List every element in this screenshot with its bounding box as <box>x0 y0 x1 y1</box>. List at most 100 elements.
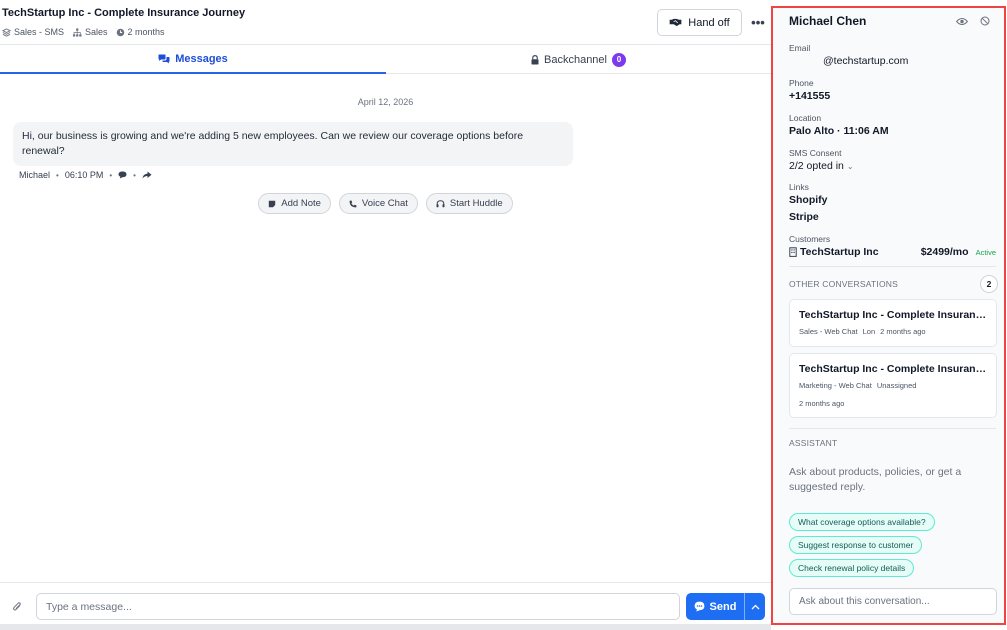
card-age: 2 months ago <box>880 327 926 336</box>
message-author: Michael <box>19 170 51 180</box>
card-age: 2 months ago <box>799 399 845 408</box>
sms-consent-label: SMS Consent <box>789 148 842 158</box>
more-options-button[interactable]: ••• <box>748 12 768 32</box>
assistant-title: ASSISTANT <box>789 438 838 448</box>
phone-label: Phone <box>789 78 814 88</box>
note-icon <box>268 200 276 208</box>
chevron-up-icon <box>751 604 760 610</box>
link-shopify[interactable]: Shopify <box>789 194 828 206</box>
card-meta: Sales - Web Chat Lon 2 months ago <box>799 327 987 336</box>
message-composer: Send <box>0 582 771 630</box>
tab-messages[interactable]: Messages <box>0 45 386 74</box>
channel-label: Sales - SMS <box>14 27 65 37</box>
conversation-title: TechStartup Inc - Complete Insurance Jou… <box>2 7 246 19</box>
status-badge: Active <box>975 247 996 257</box>
card-assignee: Unassigned <box>876 381 917 390</box>
chat-send-icon <box>694 601 705 612</box>
phone-icon <box>349 200 357 208</box>
chat-bubbles-icon <box>158 54 170 64</box>
team-label: Sales <box>85 27 108 37</box>
chevron-down-icon: ⌄ <box>846 162 854 171</box>
customer-row[interactable]: TechStartup Inc $2499/mo Active <box>789 246 996 258</box>
tab-backchannel-label: Backchannel <box>544 53 607 66</box>
tab-backchannel[interactable]: Backchannel 0 <box>386 45 771 74</box>
voice-chat-button[interactable]: Voice Chat <box>338 193 418 214</box>
building-icon <box>789 247 797 257</box>
hand-off-label: Hand off <box>688 16 730 29</box>
sms-consent-value: 2/2 opted in <box>789 160 844 172</box>
assistant-input[interactable] <box>789 588 997 615</box>
lock-icon <box>531 54 539 65</box>
send-label: Send <box>709 600 737 613</box>
card-assignee: Lon <box>862 327 876 336</box>
start-huddle-button[interactable]: Start Huddle <box>425 193 513 214</box>
age-label: 2 months <box>127 27 165 37</box>
location-label: Location <box>789 113 822 123</box>
email-label: Email <box>789 43 811 53</box>
other-conversations-count: 2 <box>980 275 998 293</box>
date-separator: April 12, 2026 <box>357 97 414 107</box>
comment-icon[interactable] <box>118 171 127 179</box>
other-conversations-title: OTHER CONVERSATIONS <box>789 279 898 289</box>
bottom-divider <box>0 624 771 630</box>
contact-sidebar: Michael Chen Email @techstartup.com Phon… <box>771 6 1006 625</box>
divider <box>789 428 996 429</box>
customers-label: Customers <box>789 234 831 244</box>
send-button[interactable]: Send <box>686 593 744 620</box>
conversation-card[interactable]: TechStartup Inc - Complete Insuranc... S… <box>789 299 997 347</box>
message-meta: Michael • 06:10 PM • • <box>19 170 152 180</box>
customer-name: TechStartup Inc <box>800 246 879 258</box>
phone-value[interactable]: +141555 <box>789 90 830 102</box>
eye-icon[interactable] <box>956 16 968 26</box>
divider <box>789 266 996 267</box>
message-input[interactable] <box>36 593 680 620</box>
suggestion-chip[interactable]: What coverage options available? <box>789 513 935 531</box>
message-time: 06:10 PM <box>64 170 104 180</box>
link-stripe[interactable]: Stripe <box>789 211 819 223</box>
message-actions: Add Note Voice Chat Start Huddle <box>0 193 771 214</box>
layers-icon <box>2 27 11 37</box>
voice-chat-label: Voice Chat <box>361 198 408 209</box>
customer-amount: $2499/mo <box>920 246 969 258</box>
reply-arrow-icon[interactable] <box>142 171 152 179</box>
add-note-label: Add Note <box>281 198 321 209</box>
suggestion-chip[interactable]: Check renewal policy details <box>789 559 915 577</box>
clock-icon <box>116 28 125 37</box>
separator-dot: • <box>56 170 59 180</box>
suggestion-chip[interactable]: Suggest response to customer <box>789 536 923 554</box>
card-meta: Marketing - Web Chat Unassigned <box>799 381 987 390</box>
contact-name: Michael Chen <box>789 14 867 28</box>
card-title: TechStartup Inc - Complete Insuranc... <box>799 363 987 375</box>
more-icon: ••• <box>751 14 765 30</box>
links-label: Links <box>789 182 809 192</box>
add-note-button[interactable]: Add Note <box>258 193 331 214</box>
app-root: TechStartup Inc - Complete Insurance Jou… <box>0 0 1007 630</box>
card-channel: Sales - Web Chat <box>799 327 858 336</box>
channel-meta: Sales - SMS <box>2 27 64 37</box>
tab-messages-label: Messages <box>175 52 228 65</box>
sms-consent-dropdown[interactable]: 2/2 opted in ⌄ <box>789 160 854 172</box>
send-options-button[interactable] <box>744 593 765 620</box>
handshake-icon <box>669 18 682 27</box>
conversation-header: TechStartup Inc - Complete Insurance Jou… <box>0 0 771 45</box>
conversation-pane: TechStartup Inc - Complete Insurance Jou… <box>0 0 771 630</box>
message-bubble: Hi, our business is growing and we're ad… <box>13 122 573 166</box>
conversation-tabs: Messages Backchannel 0 <box>0 45 771 74</box>
backchannel-count-badge: 0 <box>612 52 626 67</box>
card-channel: Marketing - Web Chat <box>799 381 872 390</box>
org-chart-icon <box>72 27 82 37</box>
separator-dot: • <box>109 170 113 180</box>
paperclip-icon[interactable] <box>12 601 22 613</box>
conversation-card[interactable]: TechStartup Inc - Complete Insuranc... M… <box>789 353 997 418</box>
hand-off-button[interactable]: Hand off <box>657 9 742 36</box>
start-huddle-label: Start Huddle <box>449 198 503 209</box>
send-button-group: Send <box>686 593 765 620</box>
conversation-meta: Sales - SMS Sales 2 months <box>2 27 165 37</box>
team-meta: Sales <box>72 27 108 37</box>
assistant-hint: Ask about products, policies, or get a s… <box>789 466 962 493</box>
separator-dot: • <box>133 170 136 180</box>
email-value[interactable]: @techstartup.com <box>823 55 908 67</box>
block-icon[interactable] <box>980 16 990 26</box>
card-title: TechStartup Inc - Complete Insuranc... <box>799 309 987 321</box>
contact-header-actions <box>956 16 990 26</box>
